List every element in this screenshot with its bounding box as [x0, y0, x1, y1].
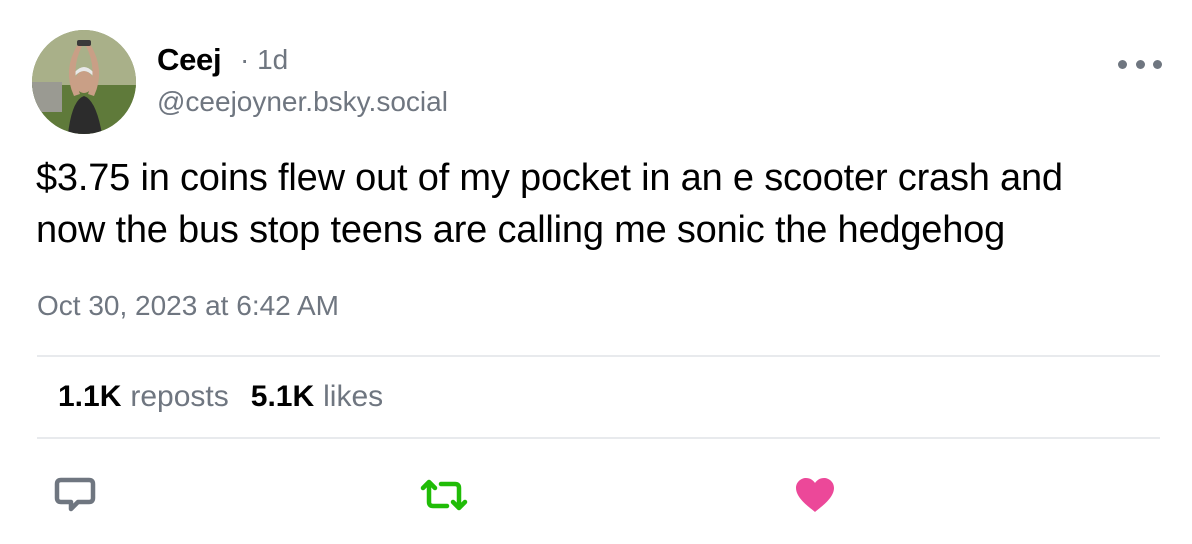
post-text-line: now the bus stop teens are calling me so…	[36, 209, 1006, 251]
ellipsis-icon-dot	[1135, 59, 1145, 69]
post-thread-view: Ceej · 1d @ceejoyner.bsky.social $3.75 i…	[0, 0, 1192, 544]
reposts-count: 1.1K	[58, 380, 122, 413]
like-button[interactable]	[794, 476, 836, 514]
post-text-line: $3.75 in coins flew out of my pocket in …	[36, 157, 1063, 199]
avatar[interactable]	[32, 30, 136, 134]
relative-time: · 1d	[240, 44, 289, 75]
likes-stat[interactable]: 5.1K likes	[251, 380, 383, 414]
heart-icon	[796, 478, 834, 512]
likes-label: likes	[323, 380, 384, 413]
more-options-button[interactable]	[1118, 52, 1162, 76]
reply-bubble-icon	[54, 477, 96, 512]
reply-button[interactable]	[54, 476, 96, 514]
divider	[37, 437, 1160, 439]
reposts-label: reposts	[130, 380, 229, 413]
post-timestamp: Oct 30, 2023 at 6:42 AM	[37, 290, 339, 321]
divider	[37, 355, 1160, 357]
repost-button[interactable]	[420, 478, 468, 512]
author-display-name[interactable]: Ceej	[157, 42, 222, 78]
post-text: $3.75 in coins flew out of my pocket in …	[36, 152, 1166, 256]
author-handle[interactable]: @ceejoyner.bsky.social	[157, 86, 448, 118]
engagement-stats: 1.1K reposts 5.1K likes	[58, 380, 383, 414]
ellipsis-icon-dot	[1118, 59, 1127, 69]
repost-arrows-icon	[420, 479, 468, 511]
ellipsis-icon-dot	[1153, 59, 1162, 69]
reposts-stat[interactable]: 1.1K reposts	[58, 380, 229, 414]
avatar-photo	[32, 30, 136, 134]
likes-count: 5.1K	[250, 380, 315, 413]
